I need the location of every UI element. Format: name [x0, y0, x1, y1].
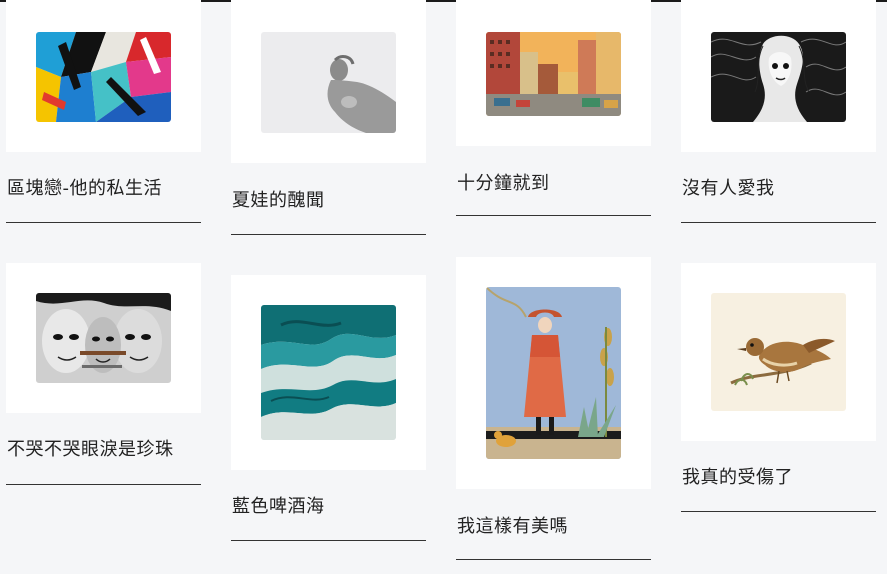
artwork-image[interactable]: [36, 32, 171, 122]
title-underline: [231, 540, 426, 541]
artwork-title[interactable]: 我這樣有美嗎: [457, 512, 568, 538]
artwork-title[interactable]: 藍色啤酒海: [232, 492, 325, 518]
artwork-title[interactable]: 沒有人愛我: [682, 174, 775, 200]
artwork-title[interactable]: 十分鐘就到: [457, 169, 550, 195]
title-underline: [6, 222, 201, 223]
title-underline: [681, 222, 876, 223]
title-underline: [6, 484, 201, 485]
title-underline: [231, 234, 426, 235]
artwork-image[interactable]: [486, 287, 621, 459]
artwork-image[interactable]: [486, 32, 621, 116]
title-underline: [456, 215, 651, 216]
title-underline: [681, 511, 876, 512]
title-underline: [456, 559, 651, 560]
artwork-image[interactable]: [711, 32, 846, 122]
artwork-image[interactable]: [36, 293, 171, 383]
artwork-title[interactable]: 夏娃的醜聞: [232, 186, 325, 212]
artwork-title[interactable]: 不哭不哭眼淚是珍珠: [7, 435, 174, 461]
artwork-image[interactable]: [261, 305, 396, 440]
artwork-title[interactable]: 區塊戀-他的私生活: [7, 174, 162, 200]
artwork-image[interactable]: [261, 32, 396, 133]
artwork-title[interactable]: 我真的受傷了: [682, 463, 793, 489]
artwork-image[interactable]: [711, 293, 846, 411]
